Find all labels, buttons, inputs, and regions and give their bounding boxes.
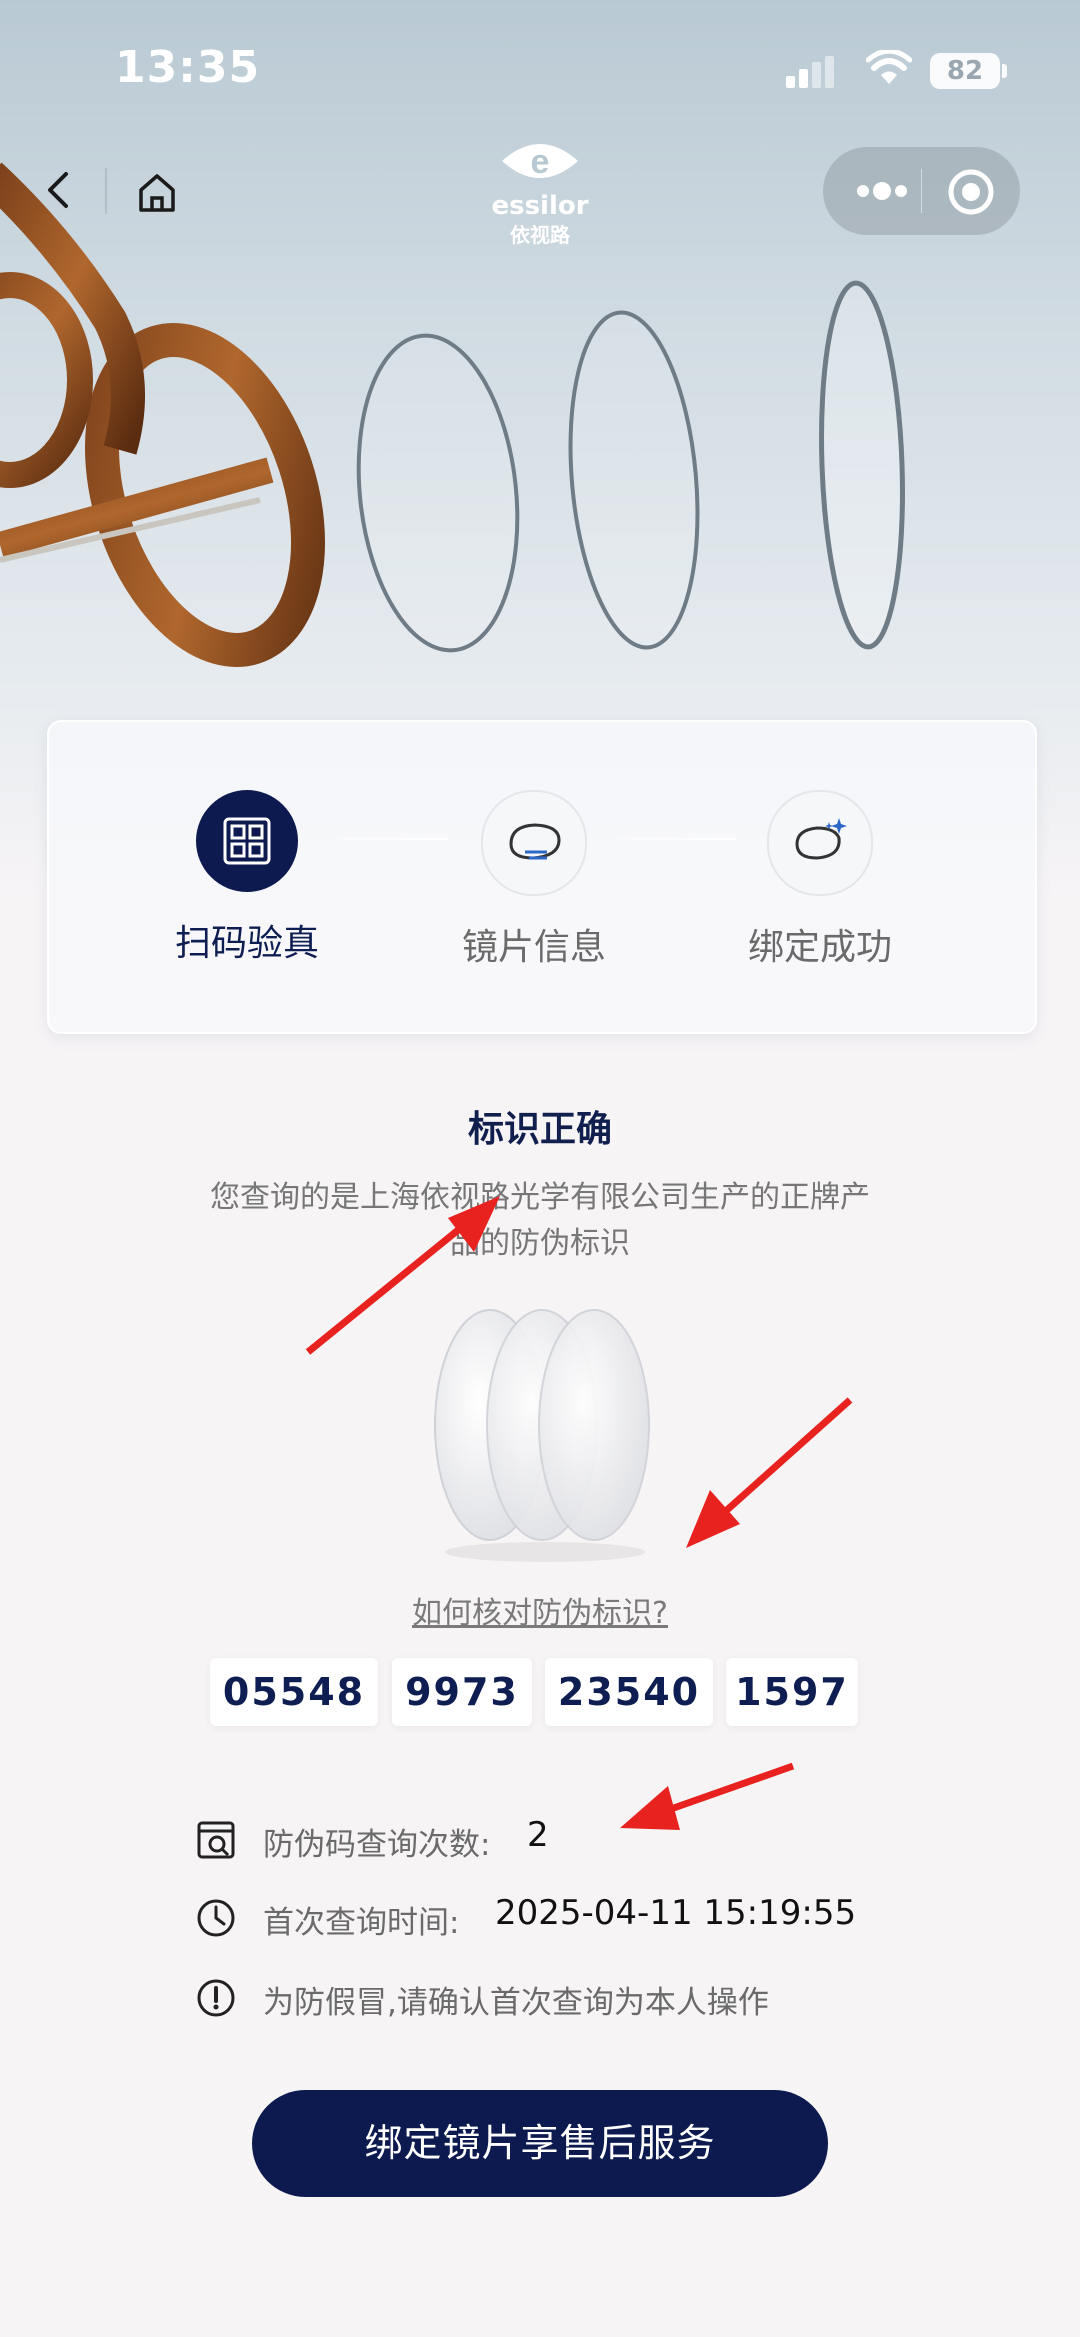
first-query-row: 首次查询时间: 2025-04-11 15:19:55 <box>195 1893 895 1943</box>
more-dots-icon[interactable] <box>855 179 909 203</box>
mini-program-capsule <box>823 147 1020 235</box>
cellular-signal-icon <box>786 56 834 88</box>
nav-divider <box>105 168 107 214</box>
battery-icon: 82 <box>930 53 1000 89</box>
status-time: 13:35 <box>115 42 261 93</box>
logo-text-cn: 依视路 <box>510 223 570 247</box>
status-bar: 13:35 82 <box>0 0 1080 130</box>
svg-text:e: e <box>531 143 550 181</box>
first-query-value: 2025-04-11 15:19:55 <box>495 1893 857 1933</box>
verify-help-link[interactable]: 如何核对防伪标识? <box>0 1588 1080 1632</box>
code-segment: 23540 <box>545 1658 713 1726</box>
query-count-label: 防伪码查询次数: <box>263 1827 491 1863</box>
wifi-icon <box>866 50 912 84</box>
step-connector <box>620 838 735 840</box>
search-document-icon <box>197 1821 235 1859</box>
step-label: 绑定成功 <box>747 927 892 968</box>
home-icon[interactable] <box>135 170 179 214</box>
clock-icon <box>197 1899 235 1937</box>
exclamation-circle-icon <box>197 1979 235 2017</box>
lens-info-icon <box>481 790 587 896</box>
capsule-divider <box>921 169 922 213</box>
target-circle-icon[interactable] <box>946 167 996 217</box>
lens-stack-illustration <box>434 1309 650 1562</box>
logo-text-en: essilor <box>491 191 589 221</box>
first-query-label: 首次查询时间: <box>263 1905 460 1941</box>
step-label: 镜片信息 <box>461 927 606 968</box>
result-description: 您查询的是上海依视路光学有限公司生产的正牌产品的防伪标识 <box>210 1180 870 1261</box>
step-scan-verify: 扫码验真 <box>147 790 347 966</box>
step-bind-success: 绑定成功 <box>720 790 920 970</box>
warning-text: 为防假冒,请确认首次查询为本人操作 <box>263 1985 769 2021</box>
code-segment: 9973 <box>392 1658 532 1726</box>
query-count-row: 防伪码查询次数: 2 <box>195 1815 895 1865</box>
bind-lens-button[interactable]: 绑定镜片享售后服务 <box>252 2090 828 2197</box>
annotation-arrow <box>686 1397 853 1548</box>
result-title: 标识正确 <box>467 1109 612 1150</box>
step-connector <box>335 838 447 840</box>
eye-logo-icon: e <box>502 143 578 181</box>
query-count-value: 2 <box>527 1815 549 1855</box>
lens-sparkle-icon <box>767 790 873 896</box>
chevron-left-icon[interactable] <box>40 170 80 210</box>
step-label: 扫码验真 <box>174 923 319 964</box>
battery-cap <box>1002 64 1007 78</box>
qr-scan-icon <box>196 790 298 892</box>
essilor-logo: e essilor 依视路 <box>490 135 590 248</box>
warning-row: 为防假冒,请确认首次查询为本人操作 <box>195 1973 895 2023</box>
code-segment: 05548 <box>210 1658 378 1726</box>
code-segment: 1597 <box>726 1658 858 1726</box>
step-lens-info: 镜片信息 <box>434 790 634 970</box>
